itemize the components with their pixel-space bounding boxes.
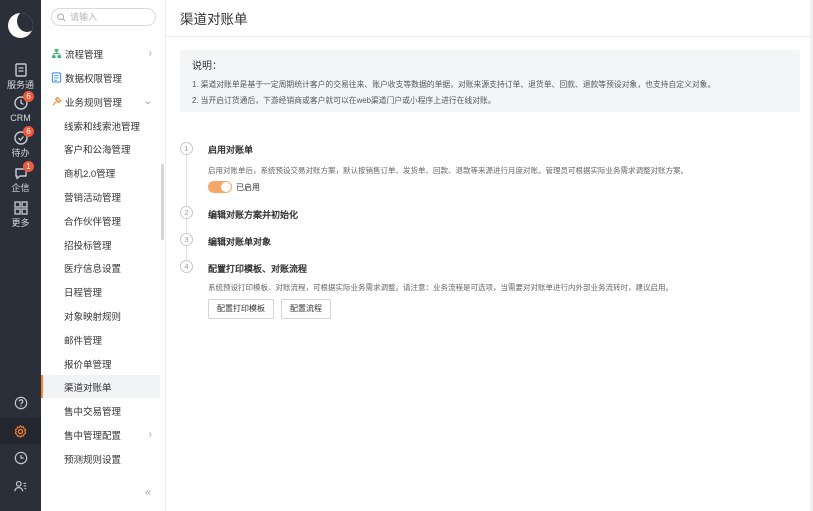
- notice-box: 说明： 1. 渠道对账单是基于一定周期统计客户的交易往来、账户收支等数据的单据，…: [180, 50, 800, 112]
- step-description: 系统预设打印模板、对账流程，可根据实际业务需求调整。请注意：业务流程是可选项，当…: [208, 283, 673, 292]
- app-window: 服务通 6 CRM 6 待办 1 企信 更多 请输入 流程管理 › 数据权限管理…: [0, 0, 813, 511]
- sidebar-item-leads[interactable]: 线索和线索池管理: [41, 114, 160, 137]
- step-description: 启用对账单后，系统预设交易对账方案，默认按销售订单、发货单、回款、退款等来源进行…: [208, 166, 688, 175]
- sidebar-group-label: 业务规则管理: [65, 97, 123, 109]
- left-rail: 服务通 6 CRM 6 待办 1 企信 更多: [0, 0, 41, 511]
- enable-statement-toggle[interactable]: [208, 181, 232, 193]
- sidebar-item-label: 售中交易管理: [64, 406, 122, 418]
- help-button[interactable]: [0, 390, 41, 416]
- notice-line-1: 1. 渠道对账单是基于一定周期统计客户的交易往来、账户收支等数据的单据，对账来源…: [192, 80, 716, 89]
- step-number: 2: [180, 206, 193, 219]
- todo-badge: 6: [23, 126, 34, 137]
- sidebar-item-label: 预测规则设置: [64, 454, 122, 466]
- configure-print-template-button[interactable]: 配置打印模板: [208, 299, 274, 319]
- data-permission-icon: [51, 72, 62, 83]
- sidebar-item-channel-statement[interactable]: 渠道对账单: [41, 375, 160, 398]
- app-logo[interactable]: [8, 13, 33, 38]
- rail-label: 待办: [11, 148, 30, 158]
- step-number: 3: [180, 233, 193, 246]
- sidebar-item-sales-transactions[interactable]: 售中交易管理: [41, 399, 160, 422]
- sidebar-scrollbar[interactable]: [161, 164, 164, 240]
- grid-icon: [13, 201, 28, 215]
- sidebar-item-sales-config[interactable]: 售中管理配置 ›: [41, 423, 160, 446]
- sidebar-item-label: 日程管理: [64, 287, 103, 299]
- settings-icon: [14, 424, 27, 438]
- chevron-right-icon: ›: [148, 429, 152, 440]
- service-icon: [14, 63, 27, 77]
- rail-item-chat[interactable]: 1 企信: [0, 161, 41, 194]
- flow-icon: [51, 48, 62, 59]
- sidebar-item-bidding[interactable]: 招投标管理: [41, 233, 160, 256]
- sidebar-item-opportunities[interactable]: 商机2.0管理: [41, 161, 160, 184]
- sidebar-item-label: 售中管理配置: [64, 430, 122, 442]
- sidebar-group-rules[interactable]: 业务规则管理 ⌄: [41, 90, 160, 113]
- step-title[interactable]: 编辑对账单对象: [208, 235, 271, 248]
- history-button[interactable]: [0, 445, 41, 471]
- configure-flow-button[interactable]: 配置流程: [281, 299, 331, 319]
- page-header: 渠道对账单: [166, 0, 813, 37]
- step-number: 4: [180, 260, 193, 273]
- rail-label: CRM: [10, 113, 31, 123]
- rules-icon: [52, 96, 62, 106]
- sidebar-group-label: 数据权限管理: [65, 73, 123, 85]
- step-title: 启用对账单: [208, 145, 254, 155]
- sidebar-item-partners[interactable]: 合作伙伴管理: [41, 209, 160, 232]
- search-icon: [57, 12, 66, 22]
- contacts-button[interactable]: [0, 473, 41, 499]
- toggle-status-label: 已启用: [236, 183, 260, 192]
- history-icon: [14, 451, 27, 465]
- sidebar-item-label: 渠道对账单: [64, 382, 112, 394]
- rail-label: 更多: [11, 218, 30, 228]
- sidebar-item-schedule[interactable]: 日程管理: [41, 280, 160, 303]
- crm-badge: 6: [23, 91, 34, 102]
- sidebar-item-label: 医疗信息设置: [64, 263, 122, 275]
- sidebar-item-email[interactable]: 邮件管理: [41, 328, 160, 351]
- sidebar-item-label: 营销活动管理: [64, 192, 122, 204]
- contacts-icon: [14, 480, 27, 492]
- help-icon: [14, 396, 27, 410]
- rail-label: 服务通: [6, 80, 34, 90]
- rail-item-todo[interactable]: 6 待办: [0, 126, 41, 159]
- sidebar-item-quotes[interactable]: 报价单管理: [41, 352, 160, 375]
- sidebar-item-object-mapping[interactable]: 对象映射规则: [41, 304, 160, 327]
- rail-item-crm[interactable]: 6 CRM: [0, 91, 41, 124]
- notice-line-2: 2. 当开启订货通后，下游经销商或客户就可以在web渠道门户或小程序上进行在线对…: [192, 96, 496, 105]
- sidebar-item-label: 合作伙伴管理: [64, 216, 122, 228]
- step-title[interactable]: 编辑对账方案并初始化: [208, 208, 298, 221]
- rail-item-service[interactable]: 服务通: [0, 62, 41, 91]
- sidebar-search[interactable]: [51, 8, 156, 26]
- page-title: 渠道对账单: [180, 12, 248, 27]
- sidebar-item-label: 对象映射规则: [64, 311, 122, 323]
- step-title: 配置打印模板、对账流程: [208, 264, 308, 274]
- sidebar-item-customers[interactable]: 客户和公海管理: [41, 137, 160, 160]
- sidebar-item-label: 报价单管理: [64, 359, 112, 371]
- chevron-down-icon: ⌄: [143, 96, 152, 107]
- settings-sidebar: 流程管理 › 数据权限管理 业务规则管理 ⌄ 线索和线索池管理 客户和公海管理 …: [41, 0, 166, 511]
- sidebar-item-label: 线索和线索池管理: [64, 121, 141, 133]
- search-input[interactable]: [70, 12, 150, 22]
- sidebar-item-medical[interactable]: 医疗信息设置: [41, 256, 160, 279]
- rail-label: 企信: [11, 183, 30, 193]
- rail-item-more[interactable]: 更多: [0, 200, 41, 229]
- sidebar-item-forecast-rules[interactable]: 预测规则设置: [41, 447, 160, 470]
- sidebar-group-data-permission[interactable]: 数据权限管理: [41, 66, 160, 89]
- sidebar-item-label: 客户和公海管理: [64, 144, 131, 156]
- sidebar-group-label: 流程管理: [65, 49, 104, 61]
- collapse-sidebar-button[interactable]: «: [145, 487, 151, 499]
- chevron-right-icon: ›: [148, 48, 152, 59]
- settings-button[interactable]: [0, 418, 41, 444]
- sidebar-item-label: 招投标管理: [64, 240, 112, 252]
- chat-badge: 1: [23, 161, 34, 172]
- main-content: 渠道对账单 说明： 1. 渠道对账单是基于一定周期统计客户的交易往来、账户收支等…: [166, 0, 813, 511]
- sidebar-group-flow[interactable]: 流程管理 ›: [41, 42, 160, 65]
- sidebar-item-label: 商机2.0管理: [64, 168, 116, 180]
- step-number: 1: [180, 142, 193, 155]
- sidebar-item-marketing[interactable]: 营销活动管理: [41, 185, 160, 208]
- sidebar-item-label: 邮件管理: [64, 335, 103, 347]
- notice-title: 说明：: [192, 61, 222, 72]
